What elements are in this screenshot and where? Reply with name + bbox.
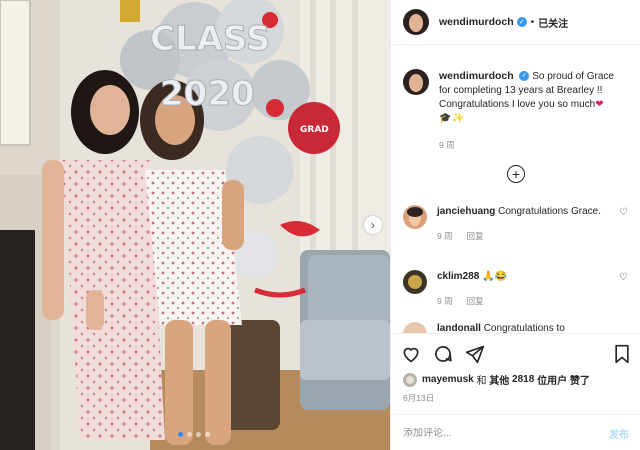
likes-summary: mayemusk 和 其他 2818 位用户 赞了 <box>403 372 590 387</box>
comment-bubble-icon[interactable] <box>433 344 453 364</box>
caption-heart-emoji: ❤ <box>595 99 604 110</box>
balloon-text-year: 2020 <box>160 74 255 114</box>
caption-username[interactable]: wendimurdoch <box>439 70 514 82</box>
liker-username[interactable]: mayemusk <box>422 374 474 385</box>
post-side-panel: wendimurdoch ✓ • 已关注 wendimurdoch ✓ So p… <box>390 0 640 450</box>
comment-like-heart-icon[interactable]: ♡ <box>619 207 628 243</box>
carousel-dot[interactable] <box>187 432 192 437</box>
carousel-dots <box>178 432 210 437</box>
post-header: wendimurdoch ✓ • 已关注 <box>391 0 640 45</box>
liker-avatar[interactable] <box>403 372 417 387</box>
photo-illustration: CLASS 2020 GRAD <box>0 0 390 450</box>
author-avatar[interactable] <box>403 9 429 35</box>
comment-item: janciehuang Congratulations Grace. 9 周 回… <box>403 205 628 243</box>
carousel-dot[interactable] <box>196 432 201 437</box>
likes-others-label[interactable]: 其他 <box>489 372 509 387</box>
following-button[interactable]: 已关注 <box>538 15 568 30</box>
commenter-username[interactable]: janciehuang <box>437 206 495 217</box>
caption-time: 9 周 <box>439 140 455 150</box>
comment-text: 🙏😂 <box>482 271 507 282</box>
commenter-username[interactable]: cklim288 <box>437 271 479 282</box>
load-more-comments-icon[interactable]: + <box>507 165 525 183</box>
likes-suffix: 位用户 赞了 <box>537 376 590 387</box>
commenter-avatar[interactable] <box>403 270 427 294</box>
reply-button[interactable]: 回复 <box>467 229 484 243</box>
share-paper-plane-icon[interactable] <box>465 344 485 364</box>
like-heart-icon[interactable] <box>401 344 421 364</box>
balloon-text-class: CLASS <box>150 19 270 59</box>
verified-badge-icon: ✓ <box>516 17 527 27</box>
follow-separator: • <box>530 16 535 28</box>
balloon-badge-text: GRAD <box>300 125 329 135</box>
carousel-dot[interactable] <box>205 432 210 437</box>
caption-verified-badge-icon: ✓ <box>519 71 530 82</box>
comment-item: cklim288 🙏😂 9 周 回复 ♡ <box>403 270 628 308</box>
comment-text: Congratulations Grace. <box>498 206 601 217</box>
commenter-avatar[interactable] <box>403 205 427 229</box>
caption-author-avatar[interactable] <box>403 69 429 95</box>
post-actions: mayemusk 和 其他 2818 位用户 赞了 6月13日 发布 <box>391 333 640 450</box>
reply-button[interactable]: 回复 <box>467 294 484 308</box>
comment-input[interactable] <box>403 427 573 439</box>
author-username[interactable]: wendimurdoch <box>439 16 514 28</box>
carousel-next-button[interactable]: › <box>364 216 382 234</box>
caption-emoji-row: 🎓✨ <box>439 113 464 124</box>
comment-time: 9 周 <box>437 231 453 241</box>
likes-count[interactable]: 2818 <box>512 374 534 385</box>
post-photo[interactable]: CLASS 2020 GRAD › <box>0 0 390 450</box>
post-caption: wendimurdoch ✓ So proud of Grace for com… <box>391 45 640 152</box>
comment-time: 9 周 <box>437 296 453 306</box>
post-date: 6月13日 <box>403 393 435 403</box>
bookmark-icon[interactable] <box>613 344 631 364</box>
carousel-dot[interactable] <box>178 432 183 437</box>
add-comment-bar: 发布 <box>391 414 640 450</box>
post-comment-button[interactable]: 发布 <box>609 426 629 441</box>
likes-connector: 和 <box>476 376 487 387</box>
comment-like-heart-icon[interactable]: ♡ <box>619 272 628 308</box>
